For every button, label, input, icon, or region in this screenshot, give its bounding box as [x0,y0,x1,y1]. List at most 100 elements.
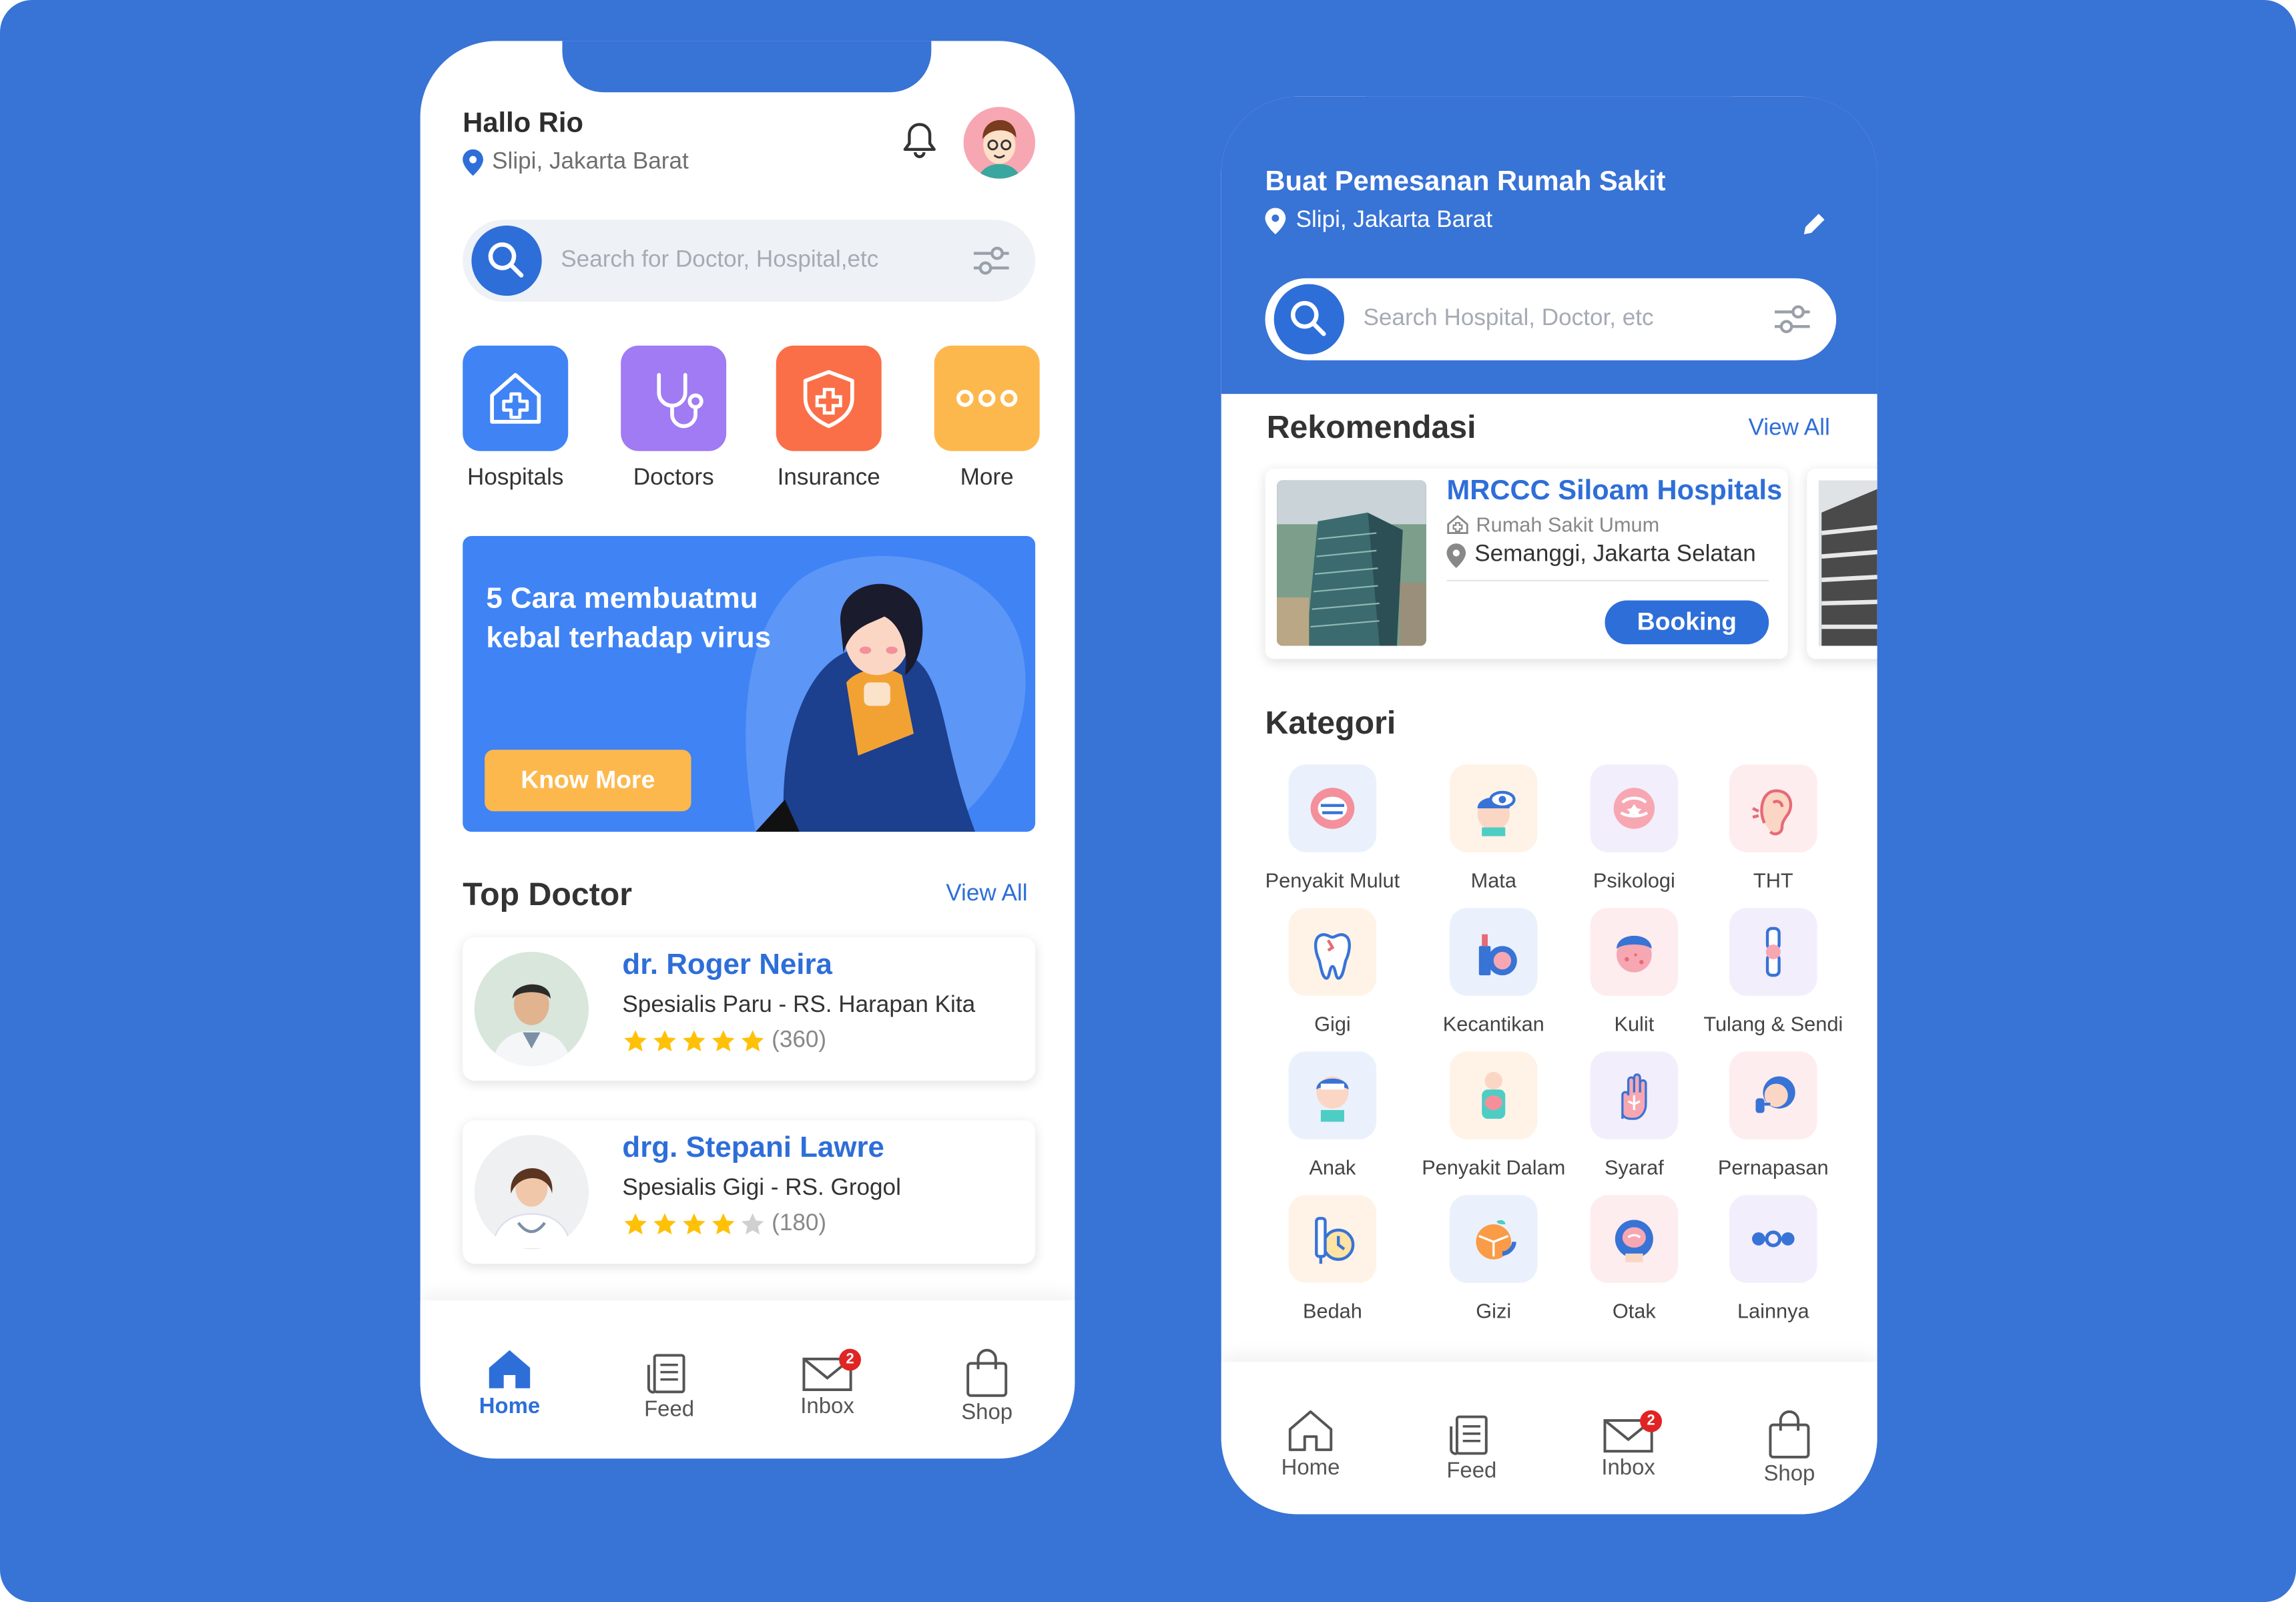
booking-title: Buat Pemesanan Rumah Sakit [1265,167,1666,198]
hospital-card[interactable]: MRCCC Siloam Hospitals Rumah Sakit Umum … [1265,469,1788,659]
doctor-name: drg. Stepani Lawre [622,1131,884,1165]
category-more[interactable] [934,345,1040,451]
banner-title: 5 Cara membuatmu kebal terhadap virus [486,583,772,655]
doctor-rating: (180) [622,1211,826,1237]
kategori-item-14[interactable]: Gizi [1412,1195,1576,1322]
more-dots-icon [1729,1195,1817,1283]
rating-count: (180) [772,1211,827,1236]
inbox-badge: 2 [1640,1410,1663,1432]
tooth-icon [1288,908,1377,996]
shield-icon [776,345,882,451]
promo-banner[interactable]: 5 Cara membuatmu kebal terhadap virus Kn… [463,535,1036,832]
star-icon [653,1213,676,1235]
kategori-item-4[interactable]: THT [1691,764,1855,892]
booking-button[interactable]: Booking [1605,600,1769,645]
rating-stars [622,1028,766,1054]
card-divider [1446,579,1769,581]
kategori-item-6[interactable]: Kecantikan [1412,908,1576,1035]
kategori-item-8[interactable]: Tulang & Sendi [1691,908,1855,1035]
home-icon [1288,1410,1333,1451]
kategori-item-12[interactable]: Pernapasan [1691,1051,1855,1179]
search-button[interactable] [1273,284,1344,354]
nav-feed[interactable]: Feed [1406,1414,1537,1483]
category-hospitals-label: Hospitals [467,465,564,491]
filter-icon[interactable] [1773,302,1811,337]
hospital-location: Semanggi, Jakarta Selatan [1446,541,1756,568]
user-avatar[interactable] [963,107,1036,179]
top-doctor-view-all-link[interactable]: View All [946,882,1027,908]
category-hospitals[interactable] [463,345,569,451]
search-icon [1290,300,1326,336]
building-icon [1447,515,1468,534]
nav-shop[interactable]: Shop [921,1347,1053,1425]
search-bar[interactable]: Search Hospital, Doctor, etc [1265,278,1837,360]
nav-inbox[interactable]: Inbox 2 [762,1348,893,1419]
kategori-item-2[interactable]: Mata [1412,764,1576,892]
star-icon [683,1030,705,1051]
nav-shop[interactable]: Shop [1723,1409,1855,1487]
nav-feed[interactable]: Feed [603,1353,735,1422]
ear-icon [1729,764,1817,852]
notification-bell-icon[interactable] [903,121,936,160]
kategori-item-label: Kecantikan [1442,1011,1544,1036]
category-more-label: More [960,465,1014,491]
doctor-specialty: Spesialis Paru - RS. Harapan Kita [622,993,976,1018]
nav-home[interactable]: Home [444,1347,575,1419]
star-icon [683,1213,705,1235]
hospital-type-label: Rumah Sakit Umum [1476,512,1660,536]
doctor-card[interactable]: drg. Stepani Lawre Spesialis Gigi - RS. … [463,1120,1036,1264]
kategori-item-10[interactable]: Penyakit Dalam [1412,1051,1576,1179]
filter-icon[interactable] [972,243,1011,278]
brain-icon [1590,764,1679,852]
star-icon [624,1030,647,1051]
kategori-item-label: Penyakit Dalam [1422,1155,1566,1179]
kategori-item-label: Bedah [1303,1298,1362,1323]
nutrition-icon [1449,1195,1538,1283]
doctor-card[interactable]: dr. Roger Neira Spesialis Paru - RS. Har… [463,937,1036,1081]
star-icon [624,1213,647,1235]
feed-icon [1450,1415,1488,1455]
category-insurance[interactable] [776,345,882,451]
booking-location-label: Slipi, Jakarta Barat [1296,208,1493,233]
home-icon [489,1350,531,1388]
kategori-item-9[interactable]: Anak [1251,1051,1415,1179]
kategori-item-13[interactable]: Bedah [1251,1195,1415,1322]
booking-location[interactable]: Slipi, Jakarta Barat [1265,208,1493,235]
nav-home[interactable]: Home [1245,1409,1376,1481]
home-screen-phone: Hallo Rio Slipi, Jakarta Barat Search fo… [420,41,1075,1459]
kategori-item-1[interactable]: Penyakit Mulut [1251,764,1415,892]
kategori-item-label: Lainnya [1737,1298,1809,1323]
search-button[interactable] [471,225,542,296]
cosmetics-icon [1449,908,1538,996]
rekomendasi-heading: Rekomendasi [1266,409,1476,445]
know-more-button[interactable]: Know More [485,750,691,812]
nav-home-label: Home [479,1394,541,1419]
feed-icon [647,1354,685,1394]
nerve-hand-icon [1590,1051,1679,1139]
star-icon [653,1030,676,1051]
more-dots-icon [934,345,1040,451]
category-doctors[interactable] [621,345,727,451]
kategori-item-5[interactable]: Gigi [1251,908,1415,1035]
kategori-item-label: Penyakit Mulut [1265,868,1400,892]
stethoscope-icon [621,345,727,451]
user-location-label: Slipi, Jakarta Barat [492,149,689,175]
edit-location-icon[interactable] [1801,211,1827,237]
user-location[interactable]: Slipi, Jakarta Barat [463,149,689,176]
search-bar[interactable]: Search for Doctor, Hospital,etc [463,220,1036,302]
nav-feed-label: Feed [644,1396,695,1422]
location-pin-icon [1265,208,1286,235]
nav-inbox[interactable]: Inbox 2 [1562,1410,1694,1481]
rekomendasi-view-all-link[interactable]: View All [1748,416,1829,442]
hospital-photo [1277,480,1426,646]
kategori-item-16[interactable]: Lainnya [1691,1195,1855,1322]
doctor-photo [474,1135,589,1250]
kategori-heading: Kategori [1265,704,1396,742]
category-insurance-label: Insurance [777,465,880,491]
hospital-location-label: Semanggi, Jakarta Selatan [1474,541,1756,567]
phone-notch [1366,96,1733,148]
hospital-card-next[interactable] [1807,469,1878,659]
doctor-name: dr. Roger Neira [622,949,832,981]
canvas-background [0,0,2296,1602]
nav-home-label: Home [1281,1455,1340,1481]
